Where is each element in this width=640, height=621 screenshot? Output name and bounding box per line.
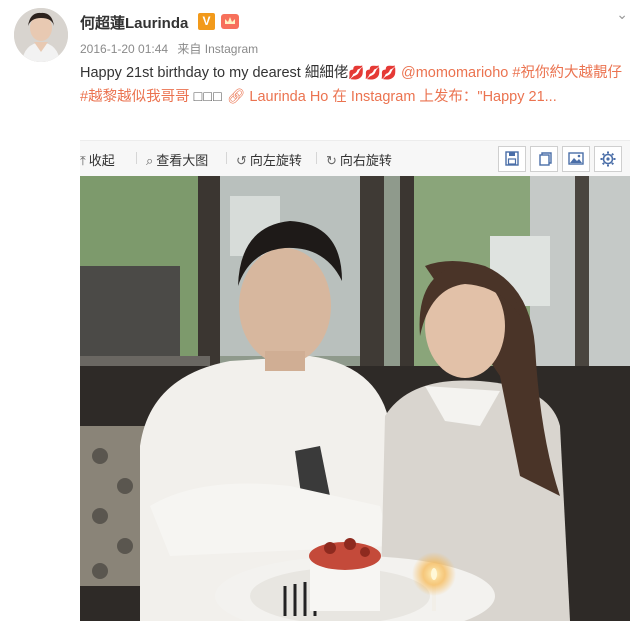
chevron-down-icon[interactable]: ⌄ xyxy=(616,6,628,23)
weibo-post-card: 何超蓮Laurinda V ⌄ 2016-1-20 01:44 来自 Insta… xyxy=(0,0,640,621)
collapse-label: 收起 xyxy=(88,153,115,168)
post-photo[interactable] xyxy=(80,176,630,621)
rotate-right-icon: ↻ xyxy=(326,153,337,168)
member-crown-icon[interactable] xyxy=(220,12,240,31)
kiss-emoji-icon: 💋💋💋 xyxy=(348,65,397,80)
copy-icon[interactable] xyxy=(530,146,558,172)
view-large-label: 查看大图 xyxy=(156,153,209,168)
username[interactable]: 何超蓮Laurinda xyxy=(80,12,188,33)
settings-icon[interactable] xyxy=(594,146,622,172)
instagram-link[interactable]: Laurinda Ho 在 Instagram 上发布："Happy 21... xyxy=(249,89,556,105)
image-toolbar: ⤒ 收起 ⌕ 查看大图 ↺ 向左旋转 ↻ 向右旋转 xyxy=(80,140,630,177)
placeholder-glyphs: □□□ xyxy=(193,89,223,105)
post-source: 来自 Instagram xyxy=(177,42,259,56)
save-icon[interactable] xyxy=(498,146,526,172)
rotate-left-label: 向左旋转 xyxy=(249,153,302,168)
post-meta: 2016-1-20 01:44 来自 Instagram xyxy=(80,40,264,57)
link-icon: 🔗︎ xyxy=(226,89,246,105)
hashtag-link-1[interactable]: #祝你約大越靚仔 xyxy=(512,65,622,81)
rotate-left-button[interactable]: ↺ 向左旋转 xyxy=(236,150,302,169)
mention-link[interactable]: @momomarioho xyxy=(401,65,508,81)
post-content: Happy 21st birthday to my dearest 細細佬💋💋💋… xyxy=(80,61,625,109)
collapse-button[interactable]: ⤒ 收起 xyxy=(80,150,115,169)
view-large-button[interactable]: ⌕ 查看大图 xyxy=(146,150,208,169)
divider xyxy=(226,152,227,164)
image-icon[interactable] xyxy=(562,146,590,172)
post-date[interactable]: 2016-1-20 01:44 xyxy=(80,42,168,56)
divider xyxy=(136,152,137,164)
hashtag-link-2[interactable]: #越黎越似我哥哥 xyxy=(80,89,190,105)
content-text: Happy 21st birthday to my dearest 細細佬 xyxy=(80,65,349,81)
verified-v-icon[interactable]: V xyxy=(198,13,215,30)
magnifier-icon: ⌕ xyxy=(146,153,154,168)
rotate-left-icon: ↺ xyxy=(236,153,247,168)
upload-arrow-icon: ⤒ xyxy=(80,153,86,168)
rotate-right-label: 向右旋转 xyxy=(339,153,392,168)
rotate-right-button[interactable]: ↻ 向右旋转 xyxy=(326,150,392,169)
user-avatar[interactable] xyxy=(14,8,68,62)
divider xyxy=(316,152,317,164)
